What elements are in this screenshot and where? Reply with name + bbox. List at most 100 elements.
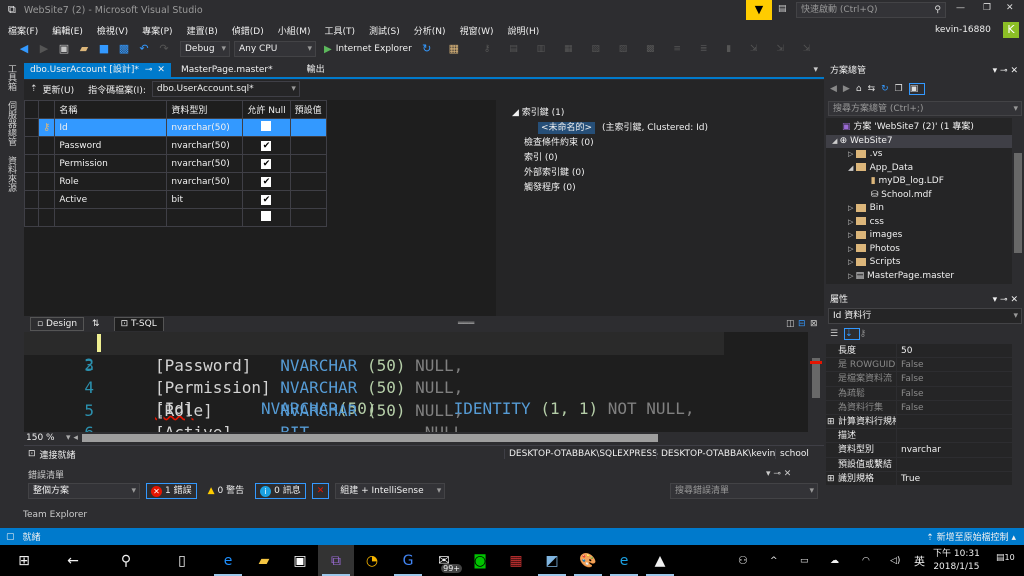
run-icon[interactable]: ▶ xyxy=(324,44,332,55)
menu-project[interactable]: 專案(P) xyxy=(142,24,172,37)
volume-icon[interactable]: ◁) xyxy=(890,556,900,566)
tree-item[interactable]: ▷ Bin xyxy=(826,202,1012,216)
ime-indicator[interactable]: 英 xyxy=(914,553,925,569)
home-icon[interactable]: ⌂ xyxy=(856,84,868,94)
feedback-icon[interactable]: ▤ xyxy=(778,4,787,14)
expander-icon[interactable]: ▷ xyxy=(848,245,856,253)
task-view-icon[interactable]: ▯ xyxy=(154,545,210,576)
property-row[interactable]: 為資料行集 False xyxy=(826,400,1012,415)
battery-icon[interactable]: ▭ xyxy=(800,556,809,566)
expander-icon[interactable] xyxy=(864,177,871,185)
foreign-keys-node[interactable]: 外部索引鍵 (0) xyxy=(512,166,824,181)
errors-filter-button[interactable]: ✕ 1 錯誤 xyxy=(146,483,197,499)
quick-launch-input[interactable]: 快速啟動 (Ctrl+Q) ⚲ xyxy=(796,2,946,18)
property-pages-icon[interactable]: ⚷ xyxy=(860,329,873,339)
property-row[interactable]: ⊞ 計算資料行規格 xyxy=(826,414,1012,430)
config-select[interactable]: Debug xyxy=(180,41,230,57)
allow-null-checkbox[interactable]: ✔ xyxy=(261,158,272,169)
expander-icon[interactable]: ▷ xyxy=(848,150,856,158)
restore-button[interactable]: ❐ xyxy=(983,3,991,13)
default-cell[interactable] xyxy=(289,118,327,137)
table-row[interactable]: ⚷ Id nvarchar(50) xyxy=(24,118,327,137)
panel-menu-icon[interactable]: ▾ ⊸ ✕ xyxy=(766,469,791,479)
notification-filter-icon[interactable]: ▼ xyxy=(746,0,772,20)
tab-masterpage[interactable]: MasterPage.master* xyxy=(175,63,279,78)
paint-icon[interactable]: 🎨 xyxy=(570,545,606,576)
pin-icon[interactable]: ⊸ xyxy=(145,63,153,78)
tree-item[interactable]: ▷ .vs xyxy=(826,148,1012,162)
property-row[interactable]: 資料型別 nvarchar xyxy=(826,443,1012,458)
user-name[interactable]: kevin-16880 xyxy=(935,25,991,35)
tree-item[interactable]: ▷ Scripts xyxy=(826,256,1012,270)
property-value[interactable] xyxy=(896,429,1012,443)
collapse-icon[interactable]: ❐ xyxy=(895,84,909,94)
tab-output[interactable]: 輸出 xyxy=(301,63,331,78)
keys-node[interactable]: ◢ 索引鍵 (1) xyxy=(512,106,824,121)
clock[interactable]: 下午 10:31 2018/1/15 xyxy=(933,548,980,574)
refresh-icon[interactable]: ↻ xyxy=(420,43,434,55)
property-value[interactable] xyxy=(896,414,1012,429)
expander-icon[interactable]: ▷ xyxy=(848,231,856,239)
close-tab-icon[interactable]: ✕ xyxy=(157,63,165,78)
default-cell[interactable] xyxy=(289,136,327,155)
property-value[interactable]: False xyxy=(896,372,1012,386)
platform-select[interactable]: Any CPU xyxy=(234,41,316,57)
property-row[interactable]: 長度 50 xyxy=(826,344,1012,359)
action-center-icon[interactable]: ▤10 xyxy=(996,553,1015,563)
minimize-button[interactable]: — xyxy=(956,3,965,13)
swap-panes-button[interactable]: ⇅ xyxy=(92,319,100,329)
menu-file[interactable]: 檔案(F) xyxy=(8,24,38,37)
editor-vscrollbar[interactable] xyxy=(808,332,824,432)
app-tiles-icon[interactable]: ▦ xyxy=(498,545,534,576)
allow-null-checkbox[interactable]: ✔ xyxy=(261,140,272,151)
tree-item[interactable]: ◢ ⊕ WebSite7 xyxy=(826,134,1012,148)
source-control-button[interactable]: ⇡ 新增至原始檔控制 ▴ xyxy=(926,530,1016,543)
solution-search-input[interactable]: 搜尋方案總管 (Ctrl+;) xyxy=(828,101,1022,116)
default-cell[interactable] xyxy=(289,154,327,173)
people-icon[interactable]: ⚇ xyxy=(738,554,748,567)
scope-select[interactable]: 整個方案 xyxy=(28,483,140,499)
expander-icon[interactable]: ◢ xyxy=(832,137,840,145)
toolbox-tab[interactable]: 工具箱 xyxy=(5,64,18,91)
tree-item[interactable]: ▷ images xyxy=(826,229,1012,243)
wifi-icon[interactable]: ◠ xyxy=(862,556,870,566)
column-type-cell[interactable]: nvarchar(50) xyxy=(166,118,244,137)
alphabetical-icon[interactable]: ⇣ xyxy=(844,328,860,340)
zoom-dropdown-icon[interactable]: ▾ ◂ xyxy=(66,433,78,443)
panel-menu-icon[interactable]: ▾ ⊸ ✕ xyxy=(993,63,1018,79)
server-explorer-tab[interactable]: 伺服器總管 xyxy=(5,101,18,146)
notes-icon[interactable]: ◩ xyxy=(534,545,570,576)
tree-item[interactable]: ▷ Photos xyxy=(826,243,1012,257)
default-cell[interactable] xyxy=(289,190,327,209)
table-row[interactable] xyxy=(24,208,327,227)
tab-useraccount-design[interactable]: dbo.UserAccount [設計]* ⊸ ✕ xyxy=(24,62,171,78)
splitter-grip-icon[interactable]: ═══ xyxy=(458,319,474,329)
store-icon[interactable]: ▣ xyxy=(282,545,318,576)
tree-item[interactable]: ⛁ School.mdf xyxy=(826,189,1012,203)
search-icon[interactable]: ⚲ xyxy=(98,545,154,576)
property-value[interactable]: nvarchar xyxy=(896,443,1012,457)
menu-build[interactable]: 建置(B) xyxy=(187,24,218,37)
expand-icon[interactable]: ⊞ xyxy=(827,472,835,485)
property-row[interactable]: ⊞ 識別規格 True xyxy=(826,471,1012,486)
forward-icon[interactable]: ▶ xyxy=(37,43,51,55)
warnings-filter-button[interactable]: ▲ 0 警告 xyxy=(203,483,250,499)
column-type-cell[interactable]: nvarchar(50) xyxy=(166,154,244,173)
solution-scrollbar[interactable] xyxy=(1014,143,1022,283)
refresh-icon[interactable]: ↻ xyxy=(881,84,895,94)
property-row[interactable]: 為疏鬆 False xyxy=(826,386,1012,401)
vertical-split-icon[interactable]: ◫ xyxy=(786,319,795,329)
zoom-level-select[interactable]: 150 % xyxy=(26,433,66,443)
expander-icon[interactable] xyxy=(864,191,871,199)
property-row[interactable]: 描述 xyxy=(826,429,1012,444)
menu-tools[interactable]: 工具(T) xyxy=(325,24,356,37)
onedrive-icon[interactable]: ☁ xyxy=(830,556,839,566)
ie-icon[interactable]: e xyxy=(606,545,642,576)
table-row[interactable]: Permission nvarchar(50) ✔ xyxy=(24,154,327,173)
new-project-icon[interactable]: ▣ xyxy=(57,43,71,55)
table-row[interactable]: Active bit ✔ xyxy=(24,190,327,209)
expander-icon[interactable]: ◢ xyxy=(848,164,856,172)
tsql-pane-tab[interactable]: ⊡ T-SQL xyxy=(113,317,164,331)
data-sources-tab[interactable]: 資料來源 xyxy=(5,156,18,192)
allow-null-checkbox[interactable]: ✔ xyxy=(261,176,272,187)
